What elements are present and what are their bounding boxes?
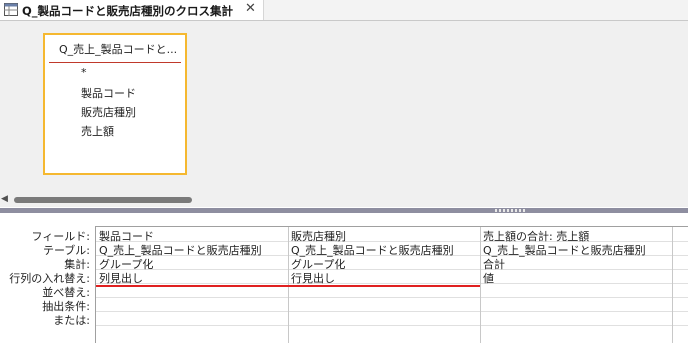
tab-bar: Q_製品コードと販売店種別のクロス集計 ✕ (0, 0, 688, 20)
grid-cell-crosstab[interactable]: 列見出し (99, 270, 287, 286)
grid-column-divider (672, 227, 673, 343)
close-icon[interactable]: ✕ (245, 1, 256, 17)
horizontal-scrollbar[interactable]: ◀ (0, 193, 688, 207)
row-label-or: または: (53, 314, 90, 327)
grid-column-divider (480, 227, 481, 343)
scroll-left-icon[interactable]: ◀ (1, 194, 8, 204)
field-list-divider (49, 62, 181, 63)
grid-row-divider (96, 325, 688, 326)
field-item-sales[interactable]: 売上額 (81, 123, 114, 139)
field-item-product-code[interactable]: 製品コード (81, 85, 136, 101)
field-list-title: Q_売上_製品コードと... (59, 43, 178, 56)
scrollbar-thumb[interactable] (14, 197, 192, 203)
field-list-window[interactable]: Q_売上_製品コードと... * 製品コード 販売店種別 売上額 (43, 33, 187, 175)
query-icon (4, 3, 18, 16)
crosstab-highlight-line (96, 285, 480, 287)
tab-query[interactable]: Q_製品コードと販売店種別のクロス集計 ✕ (0, 0, 264, 20)
grid-row-divider (96, 297, 688, 298)
design-grid-area: フィールド: テーブル: 集計: 行列の入れ替え: 並べ替え: 抽出条件: また… (0, 213, 688, 343)
tab-title: Q_製品コードと販売店種別のクロス集計 (22, 4, 234, 18)
splitter-grip[interactable] (495, 209, 527, 212)
grid-row-divider (96, 311, 688, 312)
grid-cell-crosstab[interactable]: 値 (483, 270, 671, 286)
query-design-pane: Q_売上_製品コードと... * 製品コード 販売店種別 売上額 (0, 20, 688, 194)
field-item-store-type[interactable]: 販売店種別 (81, 104, 136, 120)
grid-cell-crosstab[interactable]: 行見出し (291, 270, 479, 286)
field-item-all[interactable]: * (81, 66, 87, 79)
